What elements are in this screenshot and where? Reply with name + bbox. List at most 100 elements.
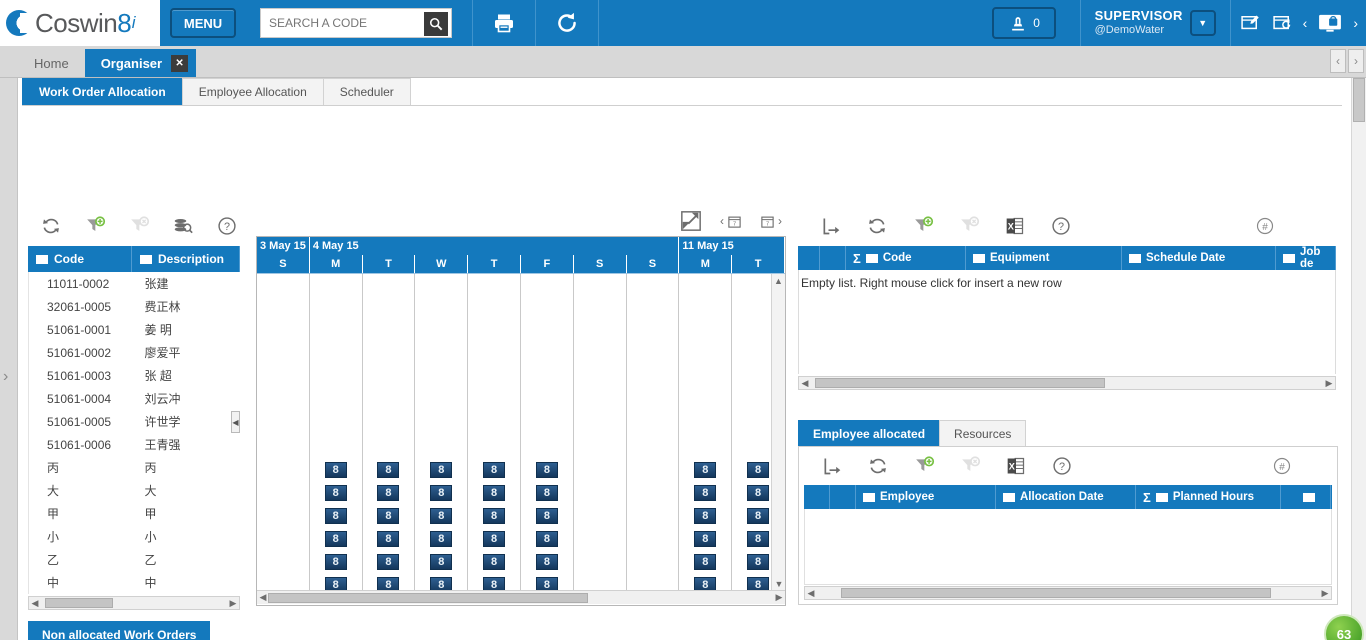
gantt-cell[interactable] [627,366,680,389]
work-order-hscrollbar[interactable]: ◀ ▶ [798,376,1336,390]
allocation-grid-body[interactable] [804,509,1332,585]
gantt-vscrollbar[interactable]: ▲ ▼ [771,274,785,590]
allocation-chip[interactable]: 8 [694,461,717,478]
gantt-cell[interactable] [468,412,521,435]
gantt-cell[interactable] [363,297,416,320]
gantt-cell[interactable]: 8 [310,550,363,573]
gantt-cell[interactable] [415,435,469,458]
refresh-icon[interactable] [536,0,598,46]
column-header-code[interactable]: Σ Code [846,246,966,276]
allocation-chip[interactable]: 8 [694,530,717,547]
next-screen-icon[interactable]: › [1353,15,1358,31]
filter-add-icon[interactable] [913,455,935,477]
left-collapse-rail[interactable]: › [0,78,18,640]
chevron-down-icon[interactable]: ▼ [1189,10,1216,36]
panel-splitter-handle[interactable]: ◀ [231,411,240,433]
gantt-cell[interactable] [627,481,680,504]
refresh-icon[interactable] [866,215,888,237]
table-row[interactable]: 大大 [29,479,240,502]
tab-scheduler[interactable]: Scheduler [322,78,411,105]
gantt-cell[interactable]: 8 [363,550,416,573]
gantt-cell[interactable]: 8 [468,481,521,504]
help-icon[interactable]: ? [1051,455,1073,477]
allocation-chip[interactable]: 8 [377,553,400,570]
gantt-cell[interactable] [363,389,416,412]
allocation-hscrollbar[interactable]: ◀ ▶ [804,586,1332,600]
gantt-cell[interactable] [627,389,680,412]
gantt-cell[interactable] [415,274,469,297]
gantt-cell[interactable]: 8 [415,458,469,481]
gantt-cell[interactable] [257,550,310,573]
scroll-right-icon[interactable]: ▶ [1323,378,1335,389]
gantt-cell[interactable] [627,343,680,366]
export-row-icon[interactable] [820,215,842,237]
tab-employee-allocated[interactable]: Employee allocated [798,420,941,446]
gantt-cell[interactable] [679,366,733,389]
gantt-row[interactable] [257,389,785,412]
table-row[interactable]: 甲甲 [29,502,240,525]
gantt-cell[interactable]: 8 [363,458,416,481]
gantt-cell[interactable] [679,435,733,458]
print-icon[interactable] [473,0,535,46]
gantt-cell[interactable] [574,504,627,527]
excel-icon[interactable]: X [1005,455,1027,477]
row-indicator-column[interactable] [830,485,856,509]
app-logo[interactable]: Coswin 8 i [0,0,160,46]
allocation-chip[interactable]: 8 [483,576,506,590]
export-row-icon[interactable] [821,455,843,477]
tab-resources[interactable]: Resources [939,420,1027,446]
filter-icon[interactable] [1129,253,1141,276]
column-header-allocation-date[interactable]: Allocation Date [996,485,1136,515]
next-period-button[interactable]: 7 › [760,214,782,229]
column-header-extra[interactable] [1281,485,1331,515]
allocation-chip[interactable]: 8 [483,461,506,478]
prev-period-button[interactable]: ‹ 7 [720,214,742,229]
gantt-row[interactable] [257,274,785,297]
table-row[interactable]: 乙乙 [29,548,240,571]
gantt-cell[interactable]: 8 [521,481,574,504]
filter-icon[interactable] [1155,492,1168,515]
gantt-cell[interactable]: 8 [415,504,469,527]
allocation-chip[interactable]: 8 [535,576,558,590]
allocation-chip[interactable]: 8 [324,484,347,501]
gantt-cell[interactable] [679,412,733,435]
gantt-cell[interactable] [679,274,733,297]
gantt-cell[interactable]: 8 [415,573,469,590]
gantt-cell[interactable] [415,389,469,412]
hscroll-thumb[interactable] [814,378,1105,388]
gantt-cell[interactable] [257,504,310,527]
filter-add-icon[interactable] [912,215,934,237]
gantt-cell[interactable]: 8 [679,504,733,527]
table-row[interactable]: 丙丙 [29,456,240,479]
gantt-cell[interactable] [574,458,627,481]
gantt-cell[interactable] [310,389,363,412]
menu-button[interactable]: MENU [170,8,236,38]
expand-right-icon[interactable]: › [3,368,8,386]
gantt-cell[interactable] [310,343,363,366]
table-row[interactable]: 中中 [29,571,240,594]
column-header-schedule-date[interactable]: Schedule Date [1122,246,1276,276]
allocation-chip[interactable]: 8 [535,484,558,501]
allocation-chip[interactable]: 8 [430,484,453,501]
scroll-right-icon[interactable]: ▶ [1319,588,1331,599]
row-select-column[interactable] [798,246,820,270]
gantt-cell[interactable] [627,458,680,481]
gantt-cell[interactable] [574,527,627,550]
gantt-cell[interactable] [521,274,574,297]
tab-home[interactable]: Home [18,49,85,77]
gantt-cell[interactable] [627,550,680,573]
column-header-planned-hours[interactable]: Σ Planned Hours [1136,485,1281,515]
gantt-cell[interactable] [574,573,627,590]
tab-work-order-allocation[interactable]: Work Order Allocation [22,78,183,105]
gantt-cell[interactable] [363,412,416,435]
gantt-cell[interactable]: 8 [679,481,733,504]
gantt-cell[interactable] [521,320,574,343]
gantt-cell[interactable] [415,412,469,435]
gantt-cell[interactable] [257,366,310,389]
filter-icon[interactable] [1003,492,1015,515]
table-row[interactable]: 51061-0004 刘云冲 [29,387,240,410]
gantt-cell[interactable] [521,389,574,412]
gantt-cell[interactable] [257,481,310,504]
gantt-cell[interactable] [627,412,680,435]
gantt-row[interactable] [257,435,785,458]
